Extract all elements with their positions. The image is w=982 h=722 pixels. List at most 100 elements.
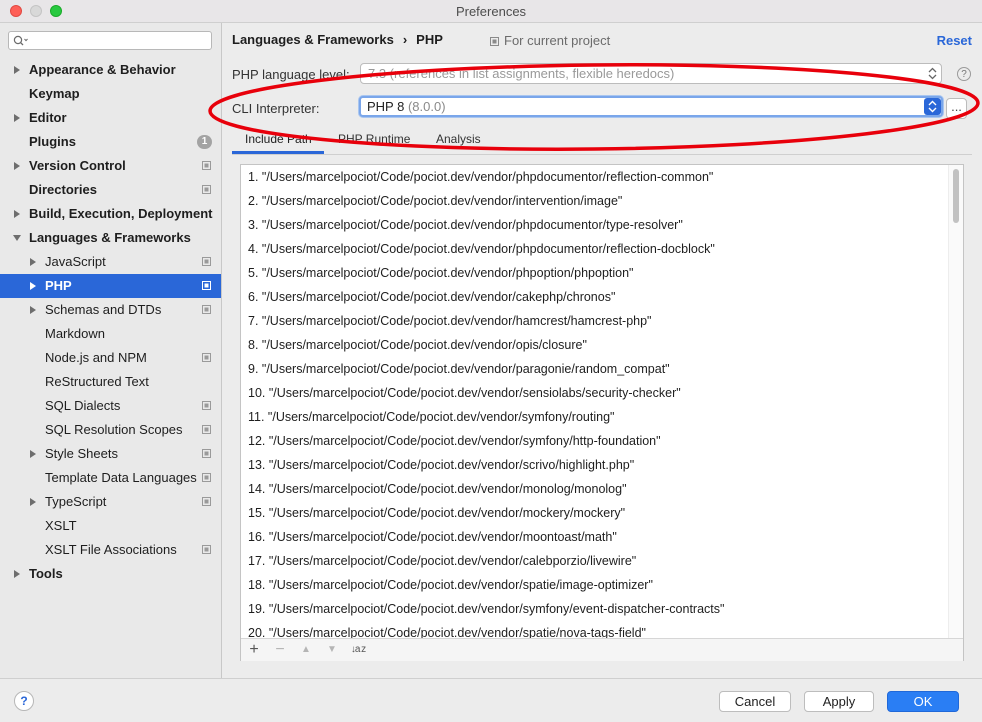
sidebar-item-label: TypeScript [45, 494, 107, 509]
chevron-down-icon[interactable] [13, 235, 21, 241]
language-level-help-icon[interactable]: ? [957, 67, 971, 81]
ok-button[interactable]: OK [887, 691, 959, 712]
include-path-row[interactable]: 6. "/Users/marcelpociot/Code/pociot.dev/… [248, 285, 615, 309]
chevron-right-icon[interactable] [30, 450, 36, 458]
sidebar-item-restructured-text[interactable]: ReStructured Text [0, 370, 221, 394]
tab-analysis[interactable]: Analysis [436, 132, 481, 146]
chevron-right-icon[interactable] [30, 282, 36, 290]
cli-interpreter-version: (8.0.0) [407, 99, 446, 114]
include-path-row[interactable]: 13. "/Users/marcelpociot/Code/pociot.dev… [248, 453, 634, 477]
sidebar-item-keymap[interactable]: Keymap [0, 82, 221, 106]
include-path-row[interactable]: 18. "/Users/marcelpociot/Code/pociot.dev… [248, 573, 653, 597]
sidebar-item-label: Markdown [45, 326, 105, 341]
sidebar-item-appearance-behavior[interactable]: Appearance & Behavior [0, 58, 221, 82]
sidebar-item-languages-frameworks[interactable]: Languages & Frameworks [0, 226, 221, 250]
remove-path-button[interactable]: − [272, 642, 288, 658]
updates-count-badge: 1 [197, 135, 212, 149]
breadcrumb: Languages & Frameworks › PHP [232, 32, 443, 47]
reset-link[interactable]: Reset [937, 33, 972, 48]
scope-label: For current project [504, 33, 611, 48]
scrollbar-thumb[interactable] [953, 169, 959, 223]
include-path-row[interactable]: 7. "/Users/marcelpociot/Code/pociot.dev/… [248, 309, 652, 333]
sidebar-item-tools[interactable]: Tools [0, 562, 221, 586]
chevron-right-icon[interactable] [30, 306, 36, 314]
preferences-window: Preferences Appearance & Behavior Keymap E… [0, 0, 982, 722]
include-path-row[interactable]: 12. "/Users/marcelpociot/Code/pociot.dev… [248, 429, 661, 453]
tab-include-path[interactable]: Include Path [245, 132, 312, 146]
sidebar-item-build-execution-deployment[interactable]: Build, Execution, Deployment [0, 202, 221, 226]
list-toolbar: + − ▲ ▼ ↓a z [241, 638, 963, 661]
include-path-row[interactable]: 14. "/Users/marcelpociot/Code/pociot.dev… [248, 477, 627, 501]
include-path-row[interactable]: 20. "/Users/marcelpociot/Code/pociot.dev… [248, 621, 646, 638]
vertical-scrollbar[interactable] [948, 165, 963, 638]
breadcrumb-current: PHP [416, 32, 443, 47]
include-path-row[interactable]: 10. "/Users/marcelpociot/Code/pociot.dev… [248, 381, 681, 405]
include-path-row[interactable]: 17. "/Users/marcelpociot/Code/pociot.dev… [248, 549, 636, 573]
project-icon [202, 473, 211, 482]
include-path-row[interactable]: 1. "/Users/marcelpociot/Code/pociot.dev/… [248, 165, 713, 189]
include-path-row[interactable]: 8. "/Users/marcelpociot/Code/pociot.dev/… [248, 333, 587, 357]
move-up-button[interactable]: ▲ [298, 642, 314, 658]
chevron-right-icon[interactable] [14, 66, 20, 74]
tab-strip-border [232, 154, 972, 155]
chevron-right-icon[interactable] [30, 498, 36, 506]
project-icon [202, 281, 211, 290]
sidebar-item-php[interactable]: PHP [0, 274, 221, 298]
help-button[interactable]: ? [14, 691, 34, 711]
cancel-button[interactable]: Cancel [719, 691, 791, 712]
sidebar-item-style-sheets[interactable]: Style Sheets [0, 442, 221, 466]
sort-button[interactable]: ↓a z [347, 642, 369, 658]
include-path-row[interactable]: 4. "/Users/marcelpociot/Code/pociot.dev/… [248, 237, 715, 261]
settings-search-input[interactable] [8, 31, 212, 50]
apply-button[interactable]: Apply [804, 691, 874, 712]
cli-interpreter-select[interactable]: PHP 8 (8.0.0) [359, 96, 943, 117]
chevron-right-icon[interactable] [14, 210, 20, 218]
sidebar-item-sql-resolution-scopes[interactable]: SQL Resolution Scopes [0, 418, 221, 442]
sidebar-item-node-js-and-npm[interactable]: Node.js and NPM [0, 346, 221, 370]
sidebar-item-label: Appearance & Behavior [29, 62, 176, 77]
sidebar-item-schemas-and-dtds[interactable]: Schemas and DTDs [0, 298, 221, 322]
tab-php-runtime[interactable]: PHP Runtime [338, 132, 410, 146]
sidebar-item-label: Schemas and DTDs [45, 302, 162, 317]
include-path-row[interactable]: 19. "/Users/marcelpociot/Code/pociot.dev… [248, 597, 724, 621]
cli-interpreter-label: CLI Interpreter: [232, 101, 320, 116]
sidebar-item-sql-dialects[interactable]: SQL Dialects [0, 394, 221, 418]
chevron-right-icon[interactable] [14, 114, 20, 122]
chevron-right-icon[interactable] [14, 162, 20, 170]
include-path-row[interactable]: 15. "/Users/marcelpociot/Code/pociot.dev… [248, 501, 625, 525]
include-path-row[interactable]: 2. "/Users/marcelpociot/Code/pociot.dev/… [248, 189, 622, 213]
include-path-row[interactable]: 11. "/Users/marcelpociot/Code/pociot.dev… [248, 405, 614, 429]
chevron-right-icon[interactable] [14, 570, 20, 578]
include-path-row[interactable]: 3. "/Users/marcelpociot/Code/pociot.dev/… [248, 213, 683, 237]
sidebar-item-label: Editor [29, 110, 67, 125]
sidebar-item-directories[interactable]: Directories [0, 178, 221, 202]
include-path-rows: 1. "/Users/marcelpociot/Code/pociot.dev/… [241, 165, 949, 638]
title-bar: Preferences [0, 0, 982, 23]
sidebar-item-label: SQL Resolution Scopes [45, 422, 183, 437]
sidebar-item-version-control[interactable]: Version Control [0, 154, 221, 178]
sidebar-item-markdown[interactable]: Markdown [0, 322, 221, 346]
move-down-button[interactable]: ▼ [324, 642, 340, 658]
project-icon [202, 545, 211, 554]
language-level-select[interactable]: 7.3 (references in list assignments, fle… [360, 63, 942, 84]
sidebar-item-typescript[interactable]: TypeScript [0, 490, 221, 514]
sidebar-item-xslt[interactable]: XSLT [0, 514, 221, 538]
cli-interpreter-browse-button[interactable]: ... [946, 98, 967, 119]
sidebar-item-label: Node.js and NPM [45, 350, 147, 365]
sidebar-item-xslt-file-associations[interactable]: XSLT File Associations [0, 538, 221, 562]
sidebar-item-template-data-languages[interactable]: Template Data Languages [0, 466, 221, 490]
project-icon [202, 305, 211, 314]
sidebar-item-plugins[interactable]: Plugins 1 [0, 130, 221, 154]
sidebar-item-label: Style Sheets [45, 446, 118, 461]
sidebar-item-label: Directories [29, 182, 97, 197]
include-path-row[interactable]: 5. "/Users/marcelpociot/Code/pociot.dev/… [248, 261, 634, 285]
add-path-button[interactable]: + [246, 642, 262, 658]
sidebar-item-editor[interactable]: Editor [0, 106, 221, 130]
sidebar-item-javascript[interactable]: JavaScript [0, 250, 221, 274]
chevron-right-icon[interactable] [30, 258, 36, 266]
include-path-row[interactable]: 16. "/Users/marcelpociot/Code/pociot.dev… [248, 525, 617, 549]
include-path-row[interactable]: 9. "/Users/marcelpociot/Code/pociot.dev/… [248, 357, 670, 381]
breadcrumb-parent[interactable]: Languages & Frameworks [232, 32, 394, 47]
sidebar-item-label: Build, Execution, Deployment [29, 206, 213, 221]
sidebar-item-label: ReStructured Text [45, 374, 149, 389]
